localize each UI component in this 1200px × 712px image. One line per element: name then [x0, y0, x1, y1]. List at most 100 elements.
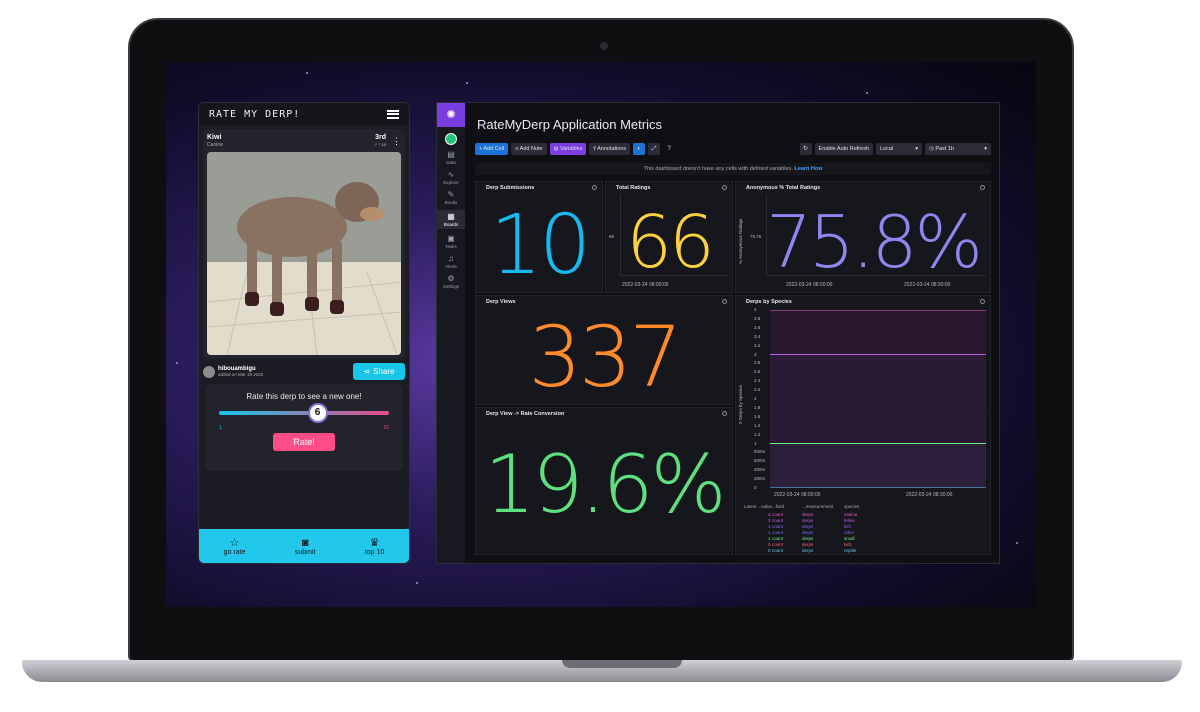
x-tick: 2022-03-24 08:30:00: [906, 492, 953, 498]
camera-icon: ◙: [301, 536, 309, 549]
cell-derp-submissions: Derp Submissions 10: [475, 181, 603, 293]
trophy-icon: ♛: [369, 536, 380, 549]
cell-menu-icon[interactable]: [722, 299, 727, 304]
nav-data[interactable]: ▤ Data: [437, 150, 465, 165]
legend-cell: count: [772, 542, 784, 547]
timezone-dropdown[interactable]: Local ▾: [876, 143, 922, 155]
menu-icon[interactable]: [387, 109, 399, 119]
legend-cell: derps: [802, 512, 814, 517]
nav-explore[interactable]: ∿ Explore: [437, 170, 465, 185]
laptop-notch: [562, 660, 682, 668]
nav-boards[interactable]: ▦ Boards: [437, 210, 465, 229]
nav-settings[interactable]: ⚙ Settings: [437, 274, 465, 289]
star-icon: ☆: [229, 536, 240, 549]
time-range-dropdown[interactable]: ◷ Past 1h ▾: [925, 143, 991, 155]
legend-cell: canine: [844, 512, 858, 517]
bottom-tab-bar: ☆ go rate ◙ submit ♛ top 10: [199, 529, 409, 563]
dog-photo-illustration: [207, 152, 401, 355]
rating-slider-knob[interactable]: 6: [307, 403, 328, 423]
nav-alerts[interactable]: ♫ Alerts: [437, 254, 465, 269]
submissions-value: 10: [489, 198, 591, 293]
cell-derps-by-species: Derps by Species # Derps by Species 4 3.8…: [735, 295, 991, 555]
legend-cell: derps: [802, 548, 814, 553]
series-area-fish: [770, 443, 986, 488]
annotations-button[interactable]: ⫯ Annotations: [589, 143, 631, 155]
legend-cell: 0: [768, 542, 771, 547]
legend-header-cell: species: [844, 504, 860, 509]
x-tick: 2022-03-24 08:00:00: [622, 282, 669, 288]
legend-cell: 1: [768, 524, 771, 529]
species-area-chart: [770, 310, 986, 488]
variables-notice: This dashboard doesn't have any cells wi…: [475, 163, 991, 175]
legend-header-cell: ...measurement: [802, 504, 834, 509]
add-note-button[interactable]: ≡ Add Note: [511, 143, 547, 155]
y-tick-label: 200m: [754, 476, 766, 482]
legend-cell: count: [772, 518, 784, 523]
user-avatar[interactable]: [445, 133, 457, 145]
pet-photo: [207, 152, 401, 355]
rate-panel: Rate this derp to see a new one! 6 1 10 …: [205, 384, 403, 471]
cell-menu-icon[interactable]: [722, 185, 727, 190]
influx-logo-icon[interactable]: ✺: [437, 103, 465, 127]
y-axis-label: # Derps by Species: [738, 384, 743, 424]
annotation-toggle-icon[interactable]: ◐: [633, 143, 646, 155]
webcam: [600, 42, 608, 50]
legend-cell: other: [844, 530, 855, 535]
dashboard-title: RateMyDerp Application Metrics: [477, 117, 662, 132]
dashboard-icon: ▦: [447, 212, 455, 221]
legend-cell: count: [772, 512, 784, 517]
legend-cell: fish: [844, 524, 852, 529]
legend-cell: derps: [802, 542, 814, 547]
rating-slider[interactable]: 6: [219, 403, 389, 423]
y-tick-label: 2.6: [754, 369, 761, 375]
dashboard-toolbar: + Add Cell ≡ Add Note ◍ Variables ⫯ Anno…: [475, 143, 991, 155]
cell-title: Anonymous % Total Ratings: [746, 185, 821, 191]
owner-row: hibouambigu added on Mar 19 2022 ⋖ Share: [203, 363, 405, 380]
notebook-icon: ✎: [447, 190, 455, 199]
cell-menu-icon[interactable]: [980, 299, 985, 304]
cell-menu-icon[interactable]: [722, 411, 727, 416]
anon-pct-value: 75.8%: [766, 200, 983, 284]
share-label: Share: [373, 367, 395, 376]
legend-cell: count: [772, 548, 784, 553]
laptop-base: [22, 660, 1182, 682]
tab-top-10[interactable]: ♛ top 10: [365, 537, 384, 556]
legend-cell: small: [844, 536, 855, 541]
cell-menu-icon[interactable]: [980, 185, 985, 190]
total-ratings-value: 66: [626, 200, 715, 284]
cell-title: Derp Submissions: [486, 185, 535, 191]
legend-cell: count: [772, 536, 784, 541]
app-header: RATE MY DERP!: [199, 103, 409, 125]
dashboard-sidenav: ✺ ▤ Data ∿ Explore ✎ Books ▦ Boards ▣ Tasks ♫…: [437, 103, 465, 563]
legend-cell: 4: [768, 512, 771, 517]
learn-how-link[interactable]: Learn How: [794, 166, 822, 172]
legend-cell: 1: [768, 530, 771, 535]
auto-refresh-button[interactable]: Enable Auto Refresh: [814, 143, 873, 155]
legend-cell: derps: [802, 518, 814, 523]
wrench-icon: ⚙: [447, 274, 455, 283]
legend-cell: derps: [802, 524, 814, 529]
y-tick-label: 3: [754, 351, 757, 357]
add-cell-button[interactable]: + Add Cell: [475, 143, 509, 155]
rate-prompt: Rate this derp to see a new one!: [246, 392, 362, 401]
variables-button[interactable]: ◍ Variables: [549, 143, 587, 155]
tab-submit[interactable]: ◙ submit: [295, 537, 316, 556]
help-icon[interactable]: ?: [663, 143, 675, 155]
refresh-icon[interactable]: ↻: [799, 143, 812, 155]
pet-rank: 3rd ↗ 7.48: [373, 134, 386, 147]
y-tick-label: 1.4: [754, 422, 761, 428]
tab-go-rate[interactable]: ☆ go rate: [224, 537, 246, 556]
pet-name: Kiwi: [207, 134, 222, 141]
legend-header-cell: Latest ...value: [744, 504, 773, 509]
cell-menu-icon[interactable]: [592, 185, 597, 190]
more-icon[interactable]: ⋮: [392, 136, 401, 147]
fullscreen-icon[interactable]: ⤢: [648, 143, 661, 155]
share-button[interactable]: ⋖ Share: [353, 363, 405, 380]
cell-conversion: Derp View -> Rate Conversion 19.6%: [475, 407, 733, 555]
nav-tasks[interactable]: ▣ Tasks: [437, 234, 465, 249]
rate-button[interactable]: Rate!: [273, 433, 335, 451]
pet-species: Canine: [207, 142, 223, 148]
y-tick-label: 800m: [754, 449, 766, 455]
nav-books[interactable]: ✎ Books: [437, 190, 465, 205]
app-brand: RATE MY DERP!: [209, 108, 301, 120]
